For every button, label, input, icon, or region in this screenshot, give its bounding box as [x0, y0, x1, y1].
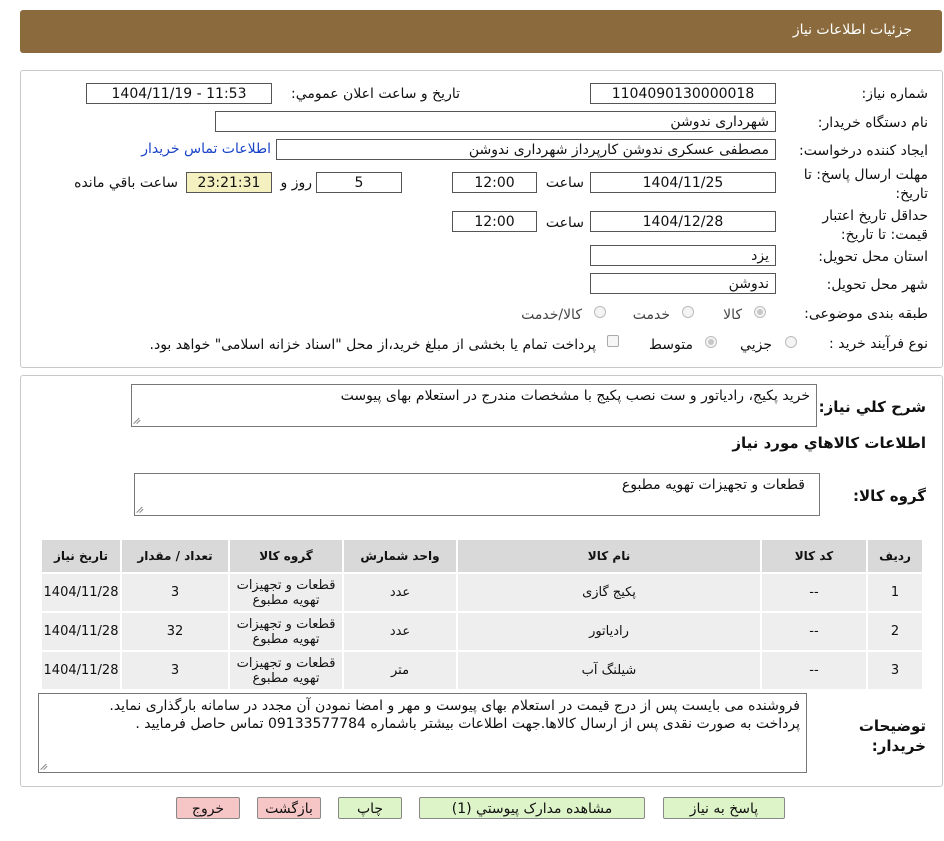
resize-grip-icon[interactable]	[134, 416, 142, 424]
col-need-date: تاریخ نیاز	[40, 538, 122, 574]
item-name: شیلنگ آب	[456, 650, 762, 691]
description-text: خرید پکیج، رادیاتور و ست نصب پکیج با مشخ…	[340, 388, 810, 404]
description-textarea[interactable]: خرید پکیج، رادیاتور و ست نصب پکیج با مشخ…	[131, 384, 817, 427]
item-unit: عدد	[342, 572, 458, 613]
category-radio-service[interactable]	[682, 306, 694, 318]
item-unit: متر	[342, 650, 458, 691]
validity-date-field: 1404/12/28	[590, 211, 776, 232]
category-radio-goods[interactable]	[754, 306, 766, 318]
items-table: ردیف کد کالا نام کالا واحد شمارش گروه کا…	[40, 538, 924, 691]
goods-group-textarea[interactable]: قطعات و تجهیزات تهویه مطبوع	[134, 473, 820, 516]
remaining-time-field: 23:21:31	[186, 172, 272, 193]
resize-grip-icon[interactable]	[41, 762, 49, 770]
process-radio-medium[interactable]	[705, 336, 717, 348]
item-need-date: 1404/11/28	[40, 650, 122, 691]
validity-time-field: 12:00	[452, 211, 537, 232]
buyer-notes-line-2: پرداخت به صورت نقدی پس از ارسال کالاها.ج…	[135, 716, 800, 732]
buyer-contact-link[interactable]: اطلاعات تماس خریدار	[141, 141, 271, 157]
row-number: 2	[866, 611, 924, 652]
item-quantity: 3	[120, 572, 230, 613]
col-item-code: کد کالا	[760, 538, 868, 574]
category-label: طبقه بندی موضوعی:	[804, 306, 928, 322]
items-section-title: اطلاعات کالاهاي مورد نیاز	[732, 434, 926, 452]
item-name: رادیاتور	[456, 611, 762, 652]
remaining-label: ساعت باقي مانده	[74, 175, 178, 191]
table-row: 3 -- شیلنگ آب متر قطعات و تجهیزات تهویه …	[40, 650, 924, 691]
col-quantity: تعداد / مقدار	[120, 538, 230, 574]
need-number-label: شماره نیاز:	[861, 86, 929, 102]
goods-group-text: قطعات و تجهیزات تهویه مطبوع	[621, 477, 805, 493]
item-code: --	[760, 611, 868, 652]
item-name: پکیج گازی	[456, 572, 762, 613]
col-row-number: ردیف	[866, 538, 924, 574]
creator-label: ایجاد کننده درخواست:	[799, 143, 928, 159]
item-need-date: 1404/11/28	[40, 572, 122, 613]
exit-button[interactable]: خروج	[176, 797, 240, 819]
days-label: روز و	[280, 175, 313, 191]
announce-label: تاریخ و ساعت اعلان عمومي:	[291, 86, 460, 102]
item-unit: عدد	[342, 611, 458, 652]
item-need-date: 1404/11/28	[40, 611, 122, 652]
col-item-group: گروه کالا	[228, 538, 344, 574]
validity-label: حداقل تاریخ اعتبار قیمت: تا تاریخ:	[822, 208, 928, 243]
col-unit: واحد شمارش	[342, 538, 458, 574]
item-code: --	[760, 572, 868, 613]
item-group: قطعات و تجهیزات تهویه مطبوع	[228, 572, 344, 613]
process-option-medium: متوسط	[649, 337, 693, 353]
process-label: نوع فرآیند خرید :	[829, 336, 928, 352]
city-field: ندوشن	[590, 273, 776, 294]
treasury-payment-checkbox[interactable]	[607, 335, 619, 347]
validity-time-label: ساعت	[545, 215, 584, 231]
buyer-field: شهرداری ندوشن	[215, 111, 776, 132]
buyer-notes-line-1: فروشنده می بایست پس از درج قیمت در استعل…	[109, 698, 800, 714]
page-title: جزئیات اطلاعات نیاز	[792, 22, 912, 38]
creator-field: مصطفی عسکری ندوشن کارپرداز شهرداری ندوشن	[276, 139, 776, 160]
deadline-time-label: ساعت	[545, 175, 584, 191]
deadline-label: مهلت ارسال پاسخ: تا تاریخ:	[803, 167, 928, 202]
description-label: شرح کلي نیاز:	[818, 398, 926, 416]
category-option-goods-service: کالا/خدمت	[521, 307, 582, 323]
row-number: 3	[866, 650, 924, 691]
reply-button[interactable]: پاسخ به نیاز	[663, 797, 785, 819]
buyer-notes-label: توضیحات خریدار:	[858, 717, 926, 755]
deadline-time-field: 12:00	[452, 172, 537, 193]
item-quantity: 32	[120, 611, 230, 652]
page-header: جزئیات اطلاعات نیاز	[20, 10, 942, 53]
process-option-minor: جزیي	[740, 337, 772, 353]
category-option-goods: کالا	[723, 307, 742, 323]
announce-field: 1404/11/19 - 11:53	[86, 83, 272, 104]
table-row: 2 -- رادیاتور عدد قطعات و تجهیزات تهویه …	[40, 611, 924, 652]
category-radio-goods-service[interactable]	[594, 306, 606, 318]
table-header-row: ردیف کد کالا نام کالا واحد شمارش گروه کا…	[40, 538, 924, 574]
item-group: قطعات و تجهیزات تهویه مطبوع	[228, 611, 344, 652]
category-option-service: خدمت	[632, 307, 670, 323]
city-label: شهر محل تحویل:	[826, 277, 928, 293]
row-number: 1	[866, 572, 924, 613]
goods-group-label: گروه کالا:	[853, 487, 926, 505]
province-field: یزد	[590, 245, 776, 266]
buyer-notes-textarea[interactable]: فروشنده می بایست پس از درج قیمت در استعل…	[38, 693, 807, 773]
print-button[interactable]: چاپ	[338, 797, 402, 819]
days-field: 5	[316, 172, 402, 193]
item-group: قطعات و تجهیزات تهویه مطبوع	[228, 650, 344, 691]
buyer-label: نام دستگاه خریدار:	[817, 115, 928, 131]
view-attachments-button[interactable]: مشاهده مدارک پیوستي (1)	[419, 797, 645, 819]
deadline-date-field: 1404/11/25	[590, 172, 776, 193]
col-item-name: نام کالا	[456, 538, 762, 574]
resize-grip-icon[interactable]	[137, 505, 145, 513]
table-row: 1 -- پکیج گازی عدد قطعات و تجهیزات تهویه…	[40, 572, 924, 613]
need-number-field: 1104090130000018	[590, 83, 776, 104]
item-quantity: 3	[120, 650, 230, 691]
item-code: --	[760, 650, 868, 691]
back-button[interactable]: بازگشت	[257, 797, 321, 819]
treasury-payment-note: پرداخت تمام یا بخشی از مبلغ خرید،از محل …	[149, 337, 596, 353]
province-label: استان محل تحویل:	[818, 249, 928, 265]
process-radio-minor[interactable]	[785, 336, 797, 348]
